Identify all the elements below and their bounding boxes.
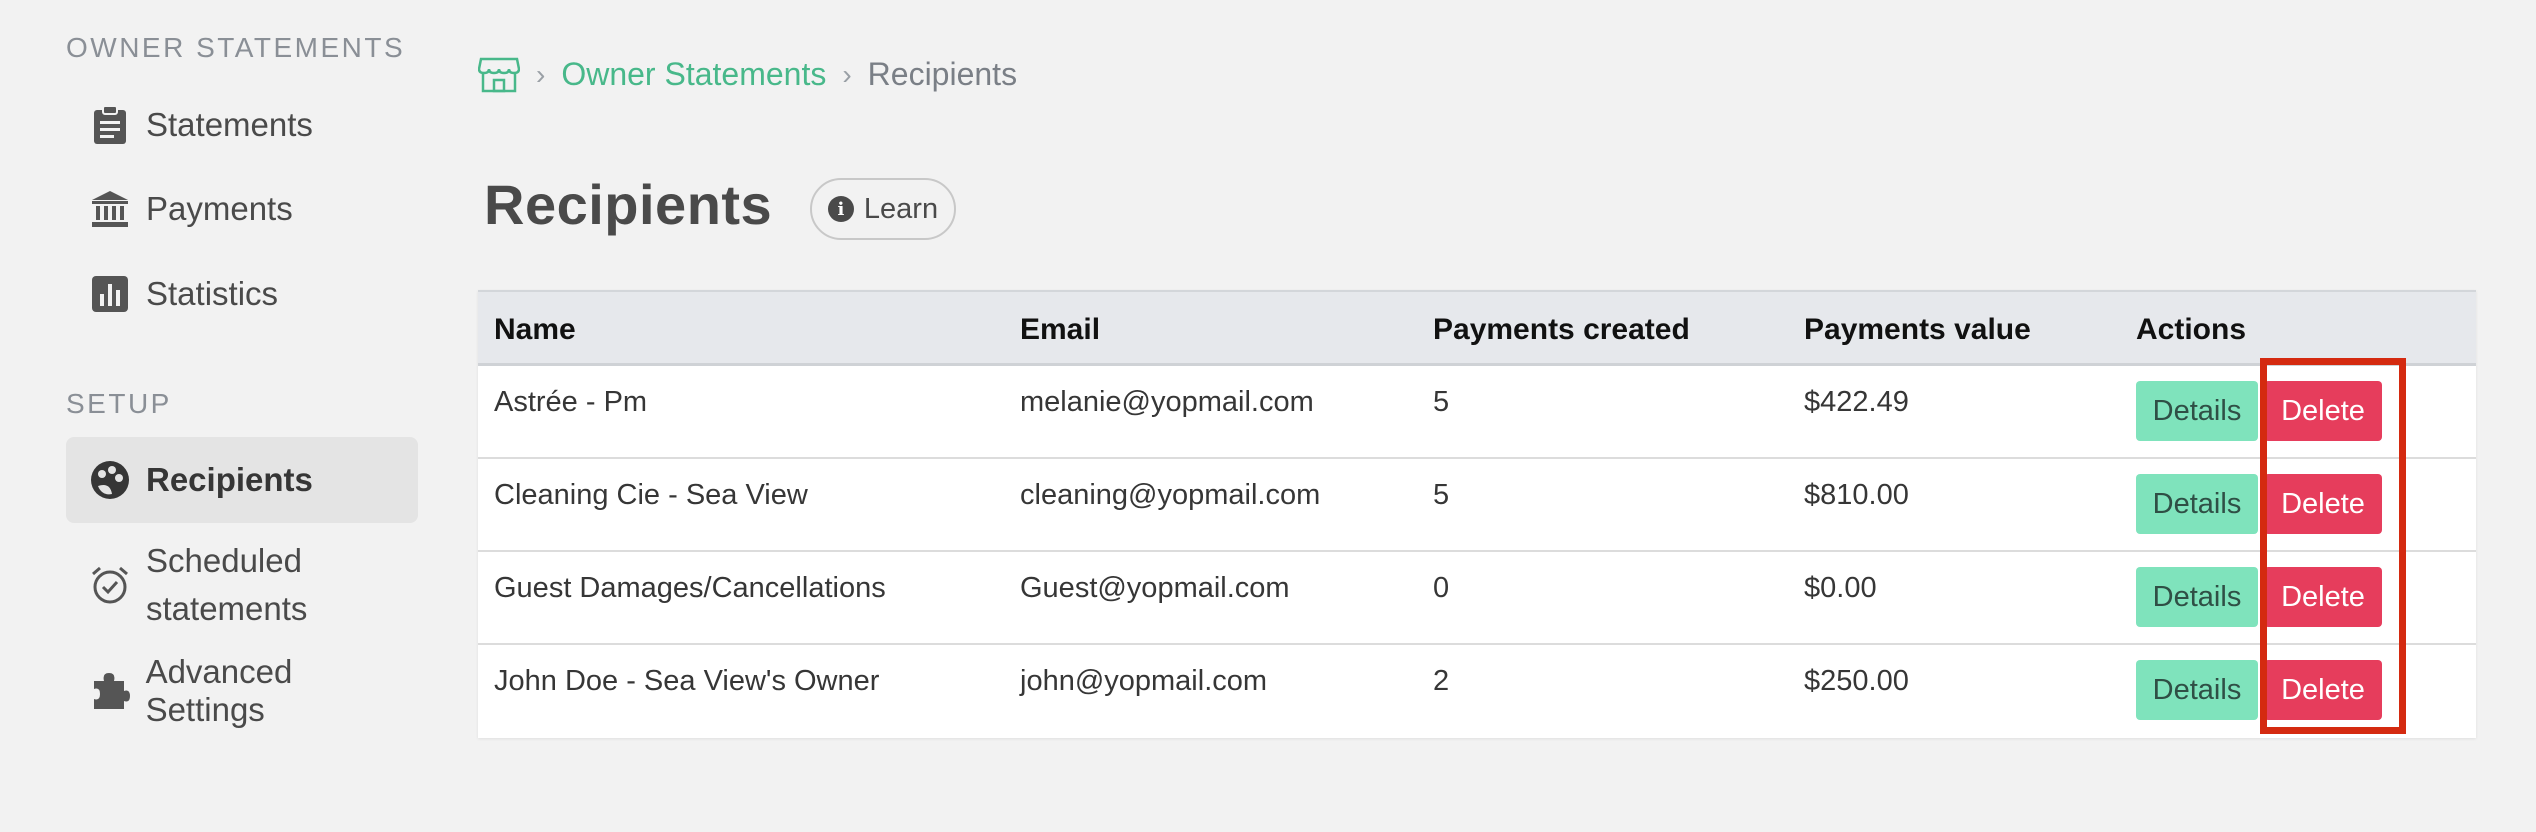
delete-button[interactable]: Delete <box>2264 474 2382 534</box>
sidebar-item-label: Advanced Settings <box>145 653 293 728</box>
cell-payments-created: 5 <box>1433 479 1450 511</box>
puzzle-icon <box>88 669 132 713</box>
cell-email: melanie@yopmail.com <box>1020 386 1314 418</box>
section-label-owner-statements: OWNER STATEMENTS <box>66 32 406 63</box>
table-row: John Doe - Sea View's Owner john@yopmail… <box>478 645 2476 738</box>
cell-name: Guest Damages/Cancellations <box>494 572 886 604</box>
column-header-name[interactable]: Name <box>494 292 576 368</box>
column-header-email[interactable]: Email <box>1020 292 1100 368</box>
page-title: Recipients <box>484 173 773 236</box>
delete-button[interactable]: Delete <box>2264 660 2382 720</box>
column-header-actions: Actions <box>2136 313 2247 346</box>
breadcrumb-separator: › <box>842 58 852 90</box>
breadcrumb-link-owner-statements[interactable]: Owner Statements <box>561 56 826 93</box>
sidebar-item-label: Payments <box>146 190 293 227</box>
details-button[interactable]: Details <box>2136 567 2258 627</box>
table-row: Astrée - Pm melanie@yopmail.com 5 $422.4… <box>478 366 2476 459</box>
learn-label: Learn <box>863 192 939 225</box>
sidebar-item-label: Recipients <box>146 461 313 498</box>
delete-button[interactable]: Delete <box>2264 381 2382 441</box>
sidebar-item-recipients[interactable]: Recipients <box>66 437 418 523</box>
sidebar-item-label: Statistics <box>146 275 279 312</box>
cell-payments-created: 0 <box>1433 572 1450 604</box>
column-header-payments-value[interactable]: Payments value <box>1804 292 2031 368</box>
details-button[interactable]: Details <box>2136 474 2258 534</box>
sidebar-item-scheduled-statements[interactable]: Scheduled statements <box>66 530 418 640</box>
breadcrumb-current: Recipients <box>867 56 1018 92</box>
sidebar-item-label-line2: statements <box>146 590 308 627</box>
delete-button[interactable]: Delete <box>2264 567 2382 627</box>
column-header-payments-created[interactable]: Payments created <box>1433 292 1690 368</box>
cell-email: Guest@yopmail.com <box>1020 572 1290 604</box>
store-icon[interactable] <box>478 57 520 93</box>
clipboard-icon <box>88 103 132 147</box>
cell-payments-value: $250.00 <box>1804 665 1909 697</box>
cell-name: Cleaning Cie - Sea View <box>494 479 808 511</box>
recipients-table: Name Email Payments created Payments val… <box>478 290 2476 738</box>
chart-icon <box>88 272 132 316</box>
cell-email: john@yopmail.com <box>1020 665 1268 697</box>
cell-name: Astrée - Pm <box>494 386 648 418</box>
alarm-clock-icon <box>88 563 132 607</box>
cell-payments-value: $422.49 <box>1804 386 1909 418</box>
bank-icon <box>88 187 132 231</box>
table-row: Cleaning Cie - Sea View cleaning@yopmail… <box>478 459 2476 552</box>
sidebar-item-advanced-settings[interactable]: Advanced Settings <box>66 648 418 734</box>
cell-payments-value: $810.00 <box>1804 479 1909 511</box>
cell-payments-created: 5 <box>1433 386 1450 418</box>
details-button[interactable]: Details <box>2136 381 2258 441</box>
table-header: Name Email Payments created Payments val… <box>478 290 2476 366</box>
breadcrumb-separator: › <box>536 58 546 90</box>
details-button[interactable]: Details <box>2136 660 2258 720</box>
section-label-setup: SETUP <box>66 388 172 419</box>
sidebar-item-statements[interactable]: Statements <box>66 82 418 168</box>
sidebar-item-label-wrap: Scheduled statements <box>146 537 307 633</box>
cell-email: cleaning@yopmail.com <box>1020 479 1321 511</box>
cell-payments-value: $0.00 <box>1804 572 1877 604</box>
learn-button[interactable]: i Learn <box>810 178 956 240</box>
cell-payments-created: 2 <box>1433 665 1450 697</box>
sidebar-item-statistics[interactable]: Statistics <box>66 251 418 337</box>
sidebar-item-payments[interactable]: Payments <box>66 166 418 252</box>
palette-icon <box>88 458 132 502</box>
info-icon: i <box>827 196 854 222</box>
cell-name: John Doe - Sea View's Owner <box>494 665 880 697</box>
breadcrumb: › Owner Statements › Recipients <box>478 56 1017 93</box>
sidebar-item-label-line1: Scheduled <box>146 542 302 579</box>
sidebar-item-label: Statements <box>146 106 313 143</box>
table-row: Guest Damages/Cancellations Guest@yopmai… <box>478 552 2476 645</box>
